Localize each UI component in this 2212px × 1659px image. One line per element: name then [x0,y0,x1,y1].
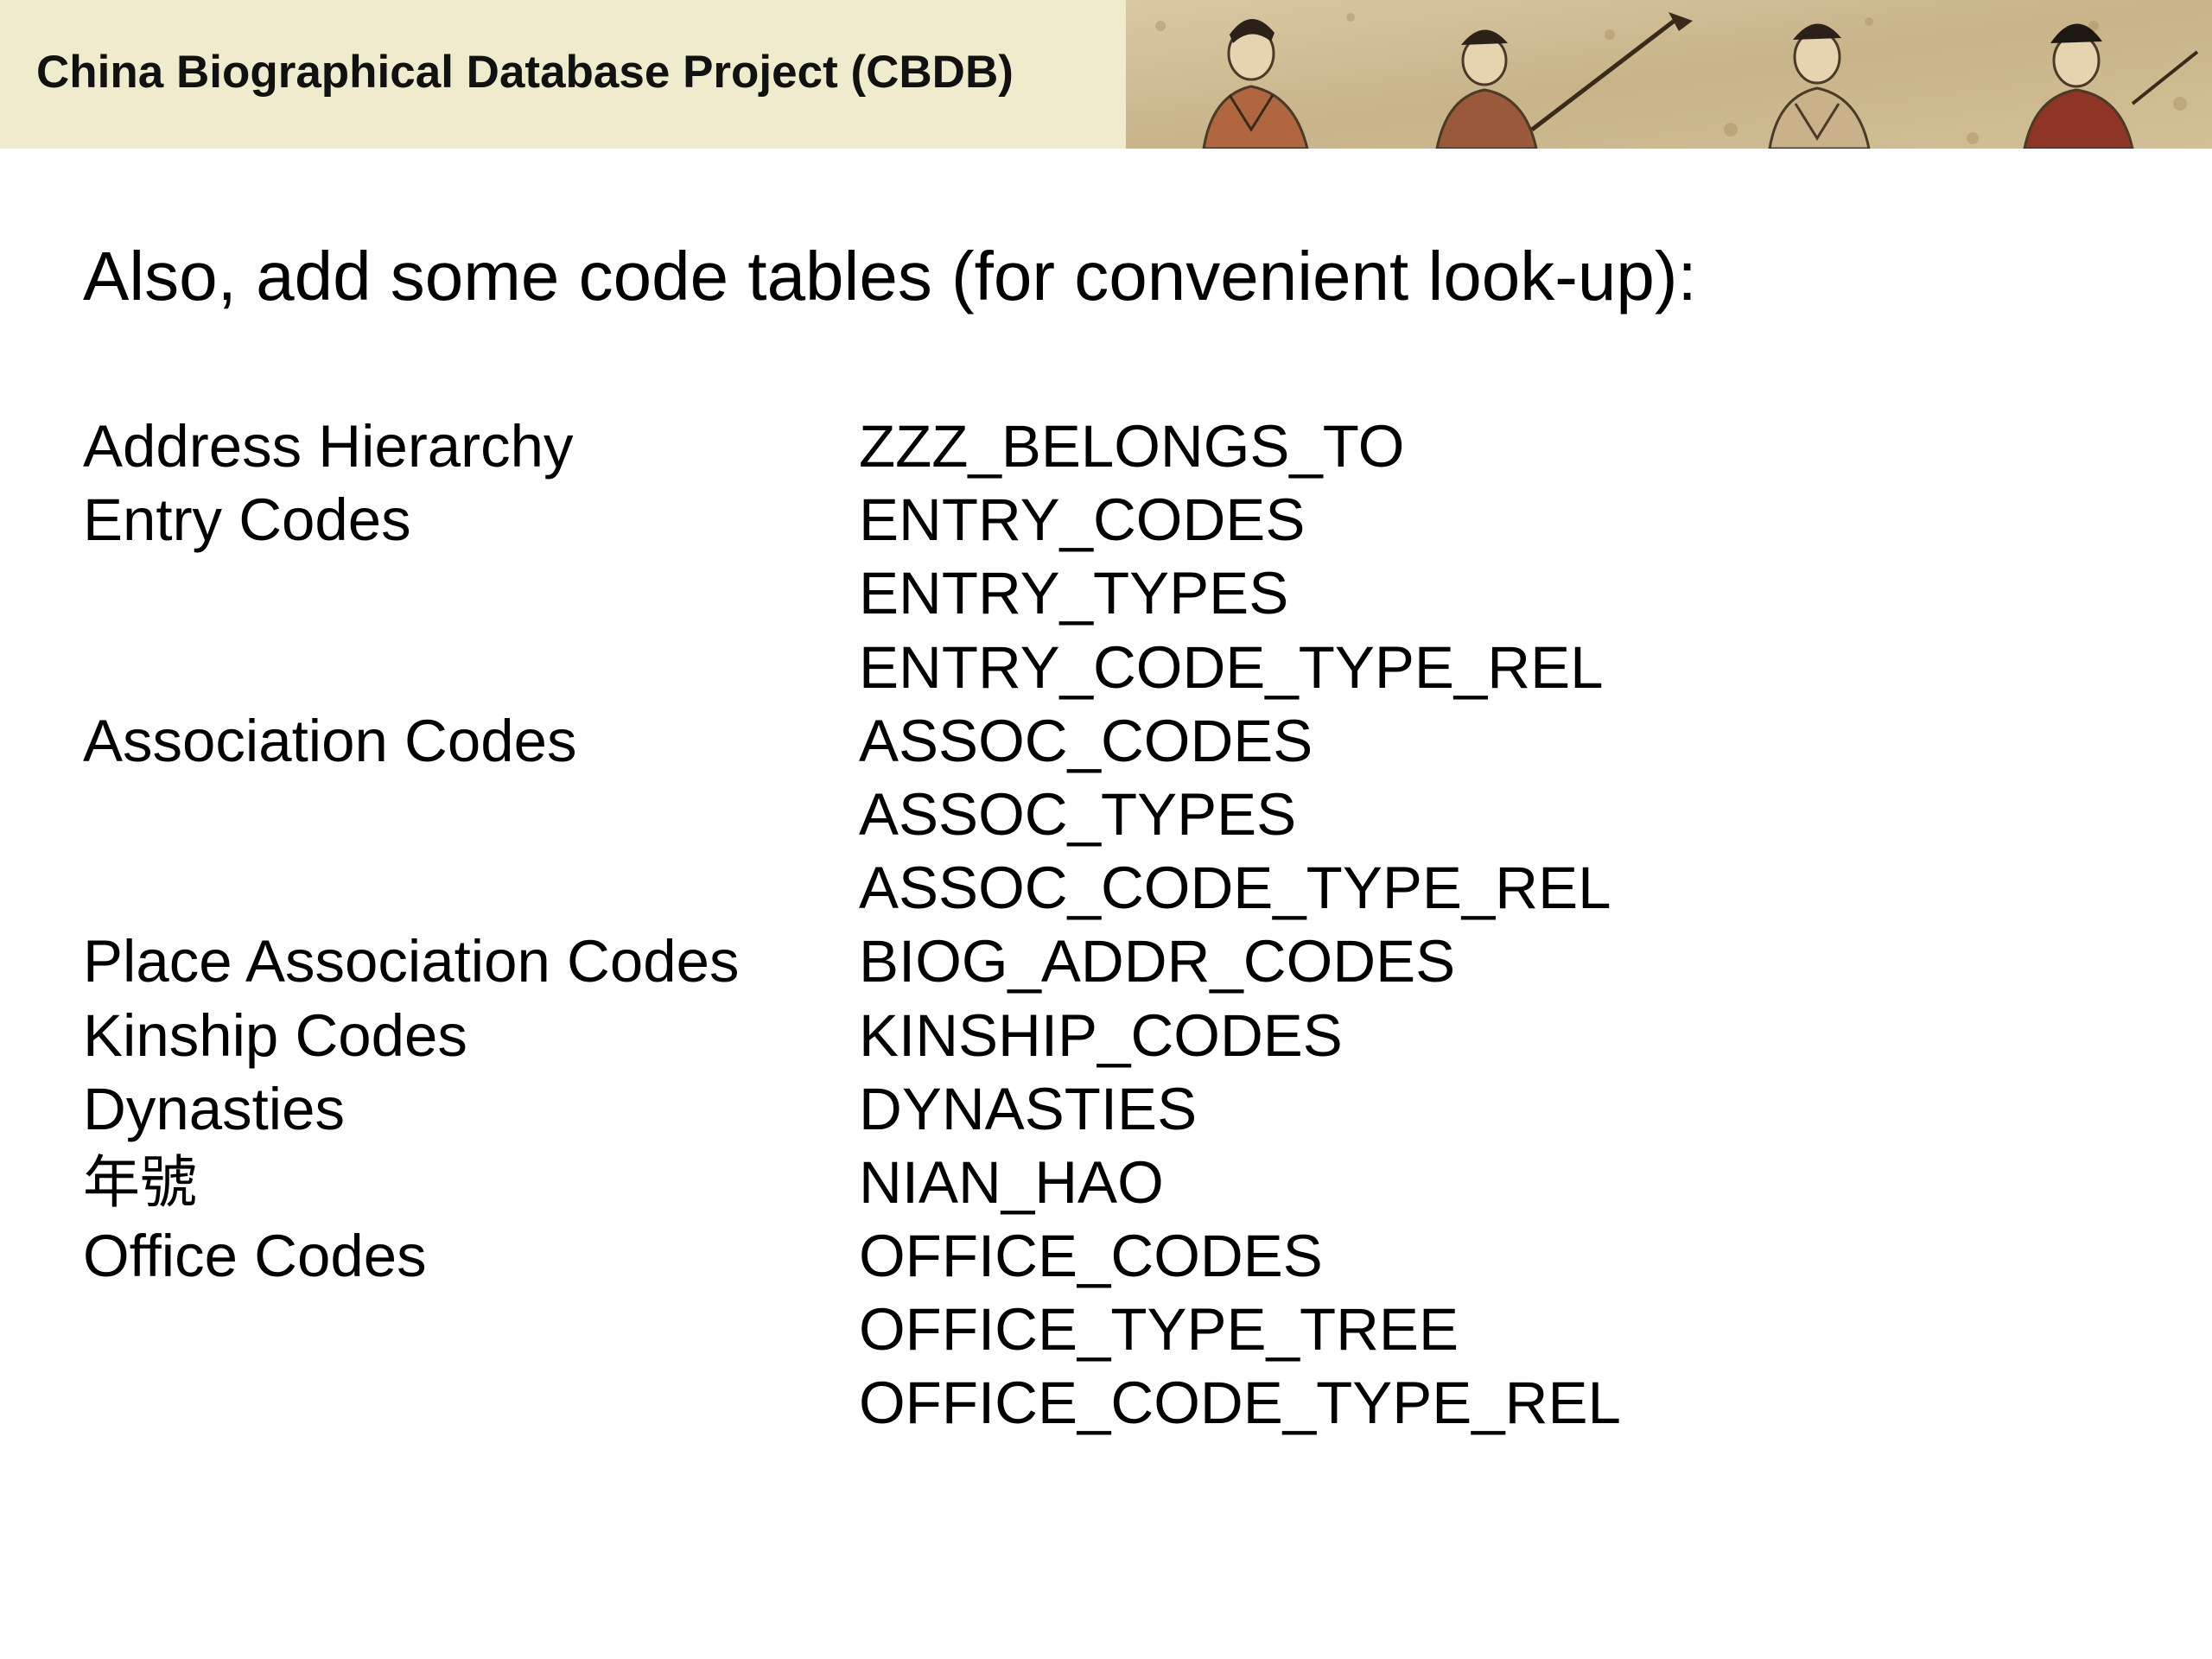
banner-title: China Biographical Database Project (CBD… [36,47,1014,98]
code-table-name: ENTRY_CODE_TYPE_REL [859,633,1604,701]
code-table-name: NIAN_HAO [859,1148,1164,1216]
code-row: ASSOC_CODE_TYPE_REL [83,851,2157,925]
code-row: Dynasties DYNASTIES [83,1072,2157,1146]
code-category-label: Office Codes [83,1223,427,1290]
code-row: Kinship Codes KINSHIP_CODES [83,999,2157,1072]
code-category-label: Kinship Codes [83,1001,467,1069]
code-table-name: ASSOC_CODES [859,707,1313,774]
code-category-label: Place Association Codes [83,928,740,995]
code-row: ENTRY_CODE_TYPE_REL [83,631,2157,704]
code-table-name: ASSOC_CODE_TYPE_REL [859,855,1611,922]
code-category-label: Association Codes [83,707,577,774]
code-row: Address Hierarchy ZZZ_BELONGS_TO [83,410,2157,483]
header-banner: China Biographical Database Project (CBD… [0,0,2212,149]
code-category-label: Entry Codes [83,486,411,554]
code-row: ENTRY_TYPES [83,556,2157,630]
code-row: Association Codes ASSOC_CODES [83,704,2157,778]
code-row: Entry Codes ENTRY_CODES [83,483,2157,556]
code-row: Place Association Codes BIOG_ADDR_CODES [83,925,2157,998]
code-table-name: ENTRY_CODES [859,486,1306,554]
painting-figures-icon [1126,0,2212,149]
code-row: OFFICE_CODE_TYPE_REL [83,1366,2157,1440]
code-table-name: ZZZ_BELONGS_TO [859,413,1405,480]
code-table-list: Address Hierarchy ZZZ_BELONGS_TO Entry C… [83,410,2157,1440]
code-table-name: ASSOC_TYPES [859,780,1297,848]
code-table-name: BIOG_ADDR_CODES [859,928,1456,995]
code-row: 年號 NIAN_HAO [83,1146,2157,1219]
slide: China Biographical Database Project (CBD… [0,0,2212,1659]
banner-painting-image [1126,0,2212,149]
code-row: OFFICE_TYPE_TREE [83,1293,2157,1366]
code-category-label: Address Hierarchy [83,413,574,480]
code-table-name: KINSHIP_CODES [859,1001,1343,1069]
code-table-name: OFFICE_CODES [859,1223,1323,1290]
code-table-name: ENTRY_TYPES [859,560,1289,627]
code-table-name: OFFICE_CODE_TYPE_REL [859,1370,1621,1437]
code-category-label: Dynasties [83,1075,345,1142]
code-category-label: 年號 [83,1148,197,1216]
code-table-name: OFFICE_TYPE_TREE [859,1296,1459,1363]
slide-heading: Also, add some code tables (for convenie… [83,238,1697,315]
code-table-name: DYNASTIES [859,1075,1198,1142]
code-row: ASSOC_TYPES [83,778,2157,851]
code-row: Office Codes OFFICE_CODES [83,1219,2157,1293]
